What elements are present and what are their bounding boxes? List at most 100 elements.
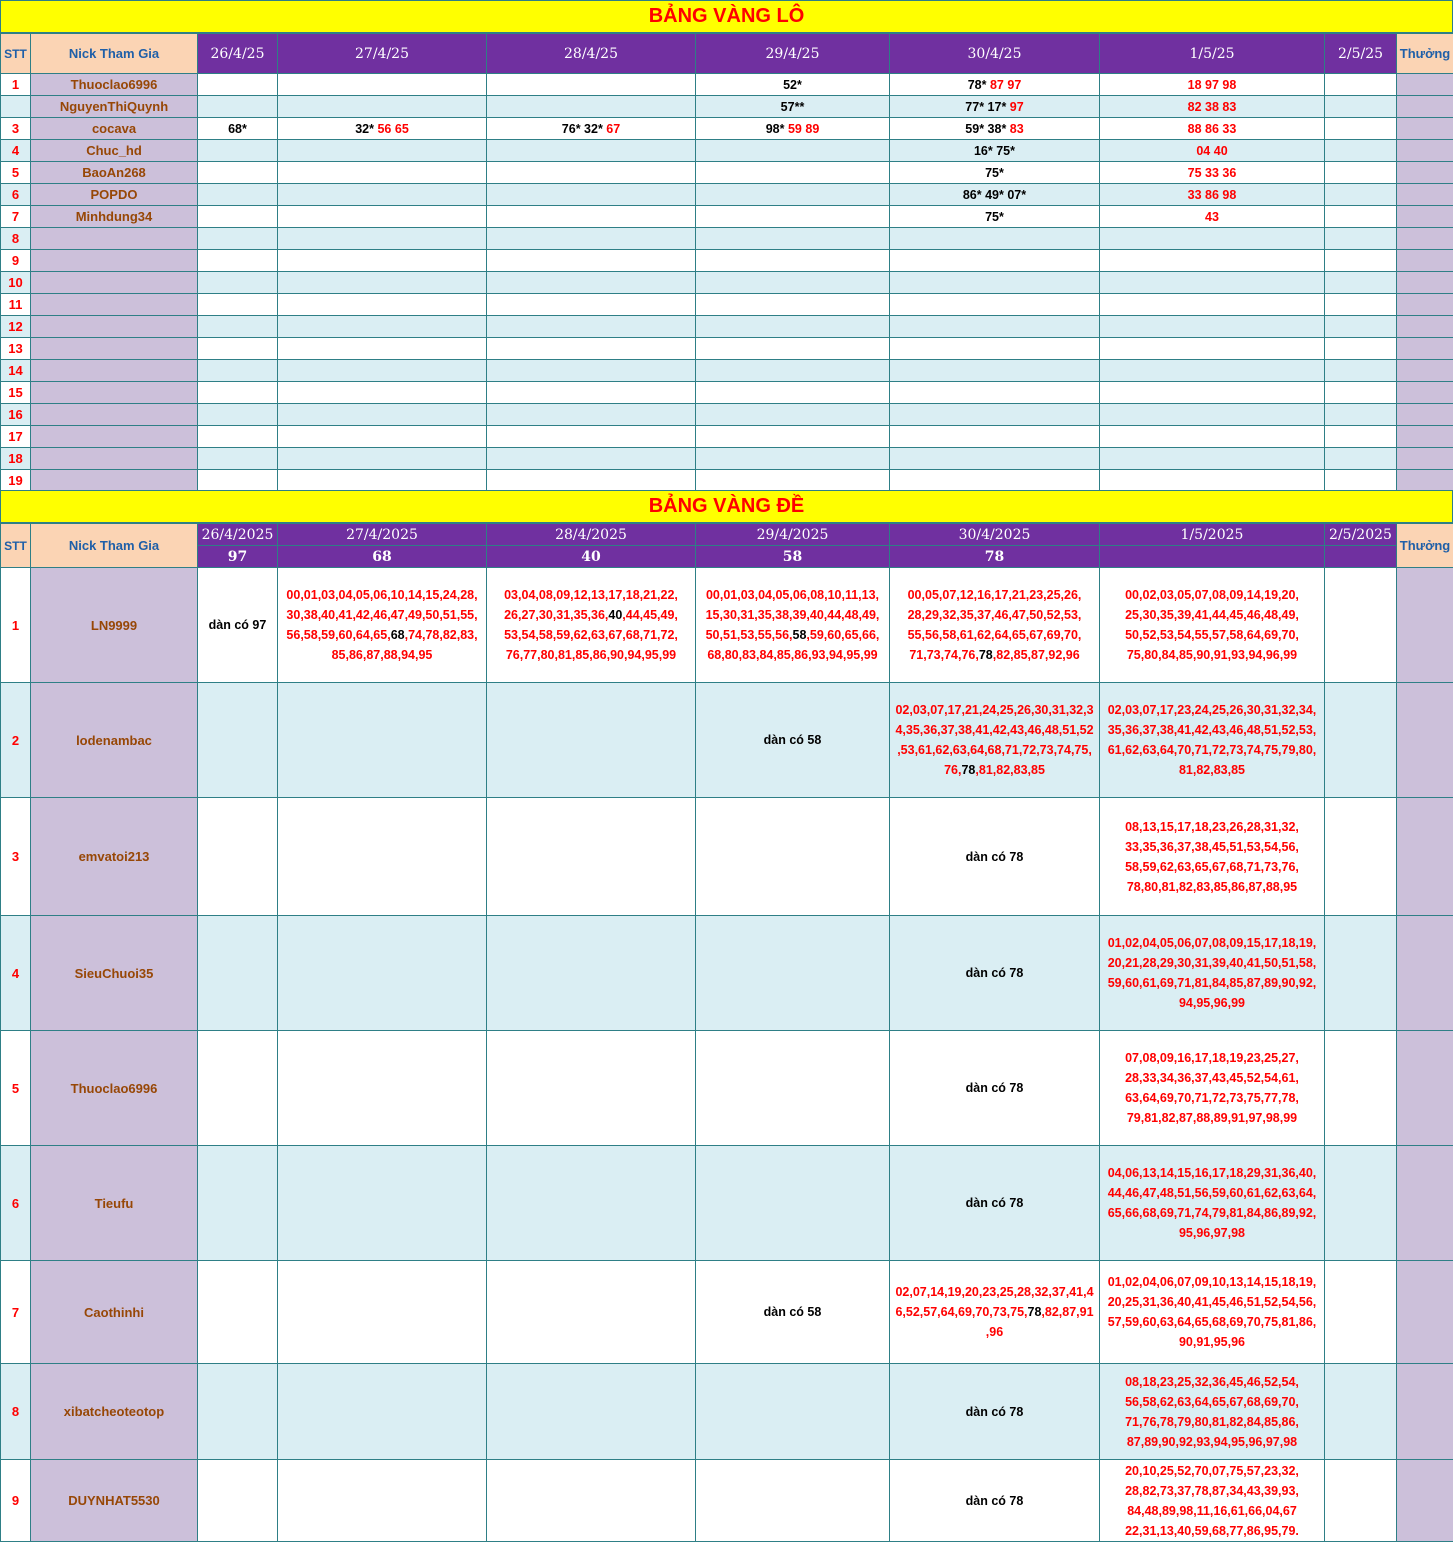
number-segment: 07,08,09,16,17,18,19,23,25,27, — [1125, 1051, 1299, 1065]
table-row: 14 — [1, 360, 1453, 382]
de-empty-cell — [1325, 916, 1397, 1031]
lo-pick-cell — [1325, 360, 1397, 382]
lo-pick-cell — [1100, 360, 1325, 382]
de-empty-cell — [198, 916, 278, 1031]
lo-pick-cell — [696, 162, 890, 184]
number-segment: 58,59,62,63,65,67,68,71,73,76, — [1125, 860, 1299, 874]
number-segment: 61,62,63,64,70,71,72,73,74,75,79,80, — [1108, 743, 1317, 757]
number-segment: 00,01,03,04,05,06,10,14,15,24,28, — [286, 588, 477, 602]
row-number: 19 — [1, 470, 31, 492]
row-number: 2 — [1, 683, 31, 798]
lo-pick-cell — [278, 470, 487, 492]
lo-pick-cell — [278, 316, 487, 338]
row-number: 7 — [1, 1261, 31, 1364]
lo-pick-cell — [278, 338, 487, 360]
table-row: 7Caothinhidàn có 5802,07,14,19,20,23,25,… — [1, 1261, 1453, 1364]
number-line: 28,82,73,37,78,87,34,43,39,93, — [1101, 1481, 1323, 1501]
de-empty-cell — [198, 1146, 278, 1261]
number-line: 84,48,89,98,11,16,61,66,04,67 — [1101, 1501, 1323, 1521]
row-number: 1 — [1, 568, 31, 683]
lo-pick-cell — [890, 294, 1100, 316]
lo-pick-cell — [198, 426, 278, 448]
number-line: 50,51,53,55,56,58,59,60,65,66, — [697, 625, 888, 645]
number-line: 03,04,08,09,12,13,17,18,21,22, — [488, 585, 694, 605]
number-line: ,53,61,62,63,64,68,71,72,73,74,75, — [891, 740, 1098, 760]
de-empty-cell — [1325, 1146, 1397, 1261]
lo-pick-cell — [1325, 140, 1397, 162]
lo-pick-cell — [1325, 448, 1397, 470]
de-empty-cell — [487, 683, 696, 798]
lo-pick-cell — [278, 74, 487, 96]
reward-cell — [1397, 404, 1453, 426]
de-empty-cell — [696, 1364, 890, 1460]
date-header: 29/4/25 — [696, 34, 890, 74]
de-dan-label: dàn có 78 — [890, 1364, 1100, 1460]
pick-number: 32* — [355, 122, 377, 136]
table-row: 9 — [1, 250, 1453, 272]
lo-pick-cell — [198, 448, 278, 470]
row-number: 6 — [1, 1146, 31, 1261]
player-nick: POPDO — [31, 184, 198, 206]
number-segment: ,96 — [986, 1325, 1003, 1339]
row-number — [1, 96, 31, 118]
number-segment: 78,80,81,82,83,85,86,87,88,95 — [1127, 880, 1297, 894]
de-empty-cell — [1325, 1460, 1397, 1542]
winning-number: 58 — [793, 628, 807, 642]
lo-pick-cell — [890, 426, 1100, 448]
reward-cell — [1397, 272, 1453, 294]
lo-pick-cell — [696, 206, 890, 228]
lo-pick-cell: 75* — [890, 162, 1100, 184]
lo-pick-cell — [1325, 162, 1397, 184]
number-segment: 4,35,36,37,38,41,42,43,46,48,51,52 — [895, 723, 1093, 737]
number-segment: 02,03,07,17,21,24,25,26,30,31,32,3 — [895, 703, 1093, 717]
lo-pick-cell — [1325, 118, 1397, 140]
winning-number: 68 — [391, 628, 405, 642]
number-segment: 57,59,60,63,64,65,68,69,70,75,81,86, — [1108, 1315, 1317, 1329]
number-line: 08,13,15,17,18,23,26,28,31,32, — [1101, 817, 1323, 837]
pick-number: 83 — [1010, 122, 1024, 136]
de-empty-cell — [1325, 798, 1397, 916]
date-header: 1/5/25 — [1100, 34, 1325, 74]
row-number: 3 — [1, 118, 31, 140]
de-empty-cell — [487, 1364, 696, 1460]
lo-pick-cell: 52* — [696, 74, 890, 96]
lo-pick-cell — [1325, 184, 1397, 206]
row-number: 18 — [1, 448, 31, 470]
lo-pick-cell: 98* 59 89 — [696, 118, 890, 140]
row-number: 14 — [1, 360, 31, 382]
lo-pick-cell — [696, 272, 890, 294]
lo-pick-cell: 43 — [1100, 206, 1325, 228]
number-line: 76,78,81,82,83,85 — [891, 760, 1098, 780]
number-line: 00,05,07,12,16,17,21,23,25,26, — [891, 585, 1098, 605]
lo-pick-cell — [278, 206, 487, 228]
reward-cell — [1397, 294, 1453, 316]
lo-pick-cell — [198, 404, 278, 426]
lo-pick-cell — [1325, 470, 1397, 492]
de-number-list: 02,03,07,17,23,24,25,26,30,31,32,34,35,3… — [1100, 683, 1325, 798]
player-nick: Thuoclao6996 — [31, 1031, 198, 1146]
number-segment: 04,06,13,14,15,16,17,18,29,31,36,40, — [1108, 1166, 1317, 1180]
de-empty-cell — [1325, 683, 1397, 798]
lo-pick-cell — [278, 250, 487, 272]
table-row: 15 — [1, 382, 1453, 404]
number-line: 22,31,13,40,59,68,77,86,95,79. — [1101, 1521, 1323, 1541]
date-header: 1/5/2025 — [1100, 524, 1325, 546]
number-segment: 25,30,35,39,41,44,45,46,48,49, — [1125, 608, 1299, 622]
number-segment: 00,02,03,05,07,08,09,14,19,20, — [1125, 588, 1299, 602]
lo-pick-cell — [278, 382, 487, 404]
lo-pick-cell — [487, 250, 696, 272]
de-number-list: 00,02,03,05,07,08,09,14,19,20, 25,30,35,3… — [1100, 568, 1325, 683]
lo-pick-cell — [1325, 96, 1397, 118]
lo-pick-cell — [1100, 250, 1325, 272]
lo-pick-cell — [278, 426, 487, 448]
lo-pick-cell — [198, 294, 278, 316]
number-line: 61,62,63,64,70,71,72,73,74,75,79,80, — [1101, 740, 1323, 760]
number-segment: 44,46,47,48,51,56,59,60,61,62,63,64, — [1108, 1186, 1317, 1200]
lo-pick-cell — [890, 448, 1100, 470]
number-segment: 65,66,68,69,71,74,79,81,84,86,89,92, — [1108, 1206, 1317, 1220]
lo-pick-cell — [487, 206, 696, 228]
table-row: NguyenThiQuynh57**77* 17* 9782 38 83 — [1, 96, 1453, 118]
number-segment: 33,35,36,37,38,45,51,53,54,56, — [1125, 840, 1299, 854]
lo-pick-cell — [1100, 382, 1325, 404]
pick-number: 68* — [228, 122, 247, 136]
